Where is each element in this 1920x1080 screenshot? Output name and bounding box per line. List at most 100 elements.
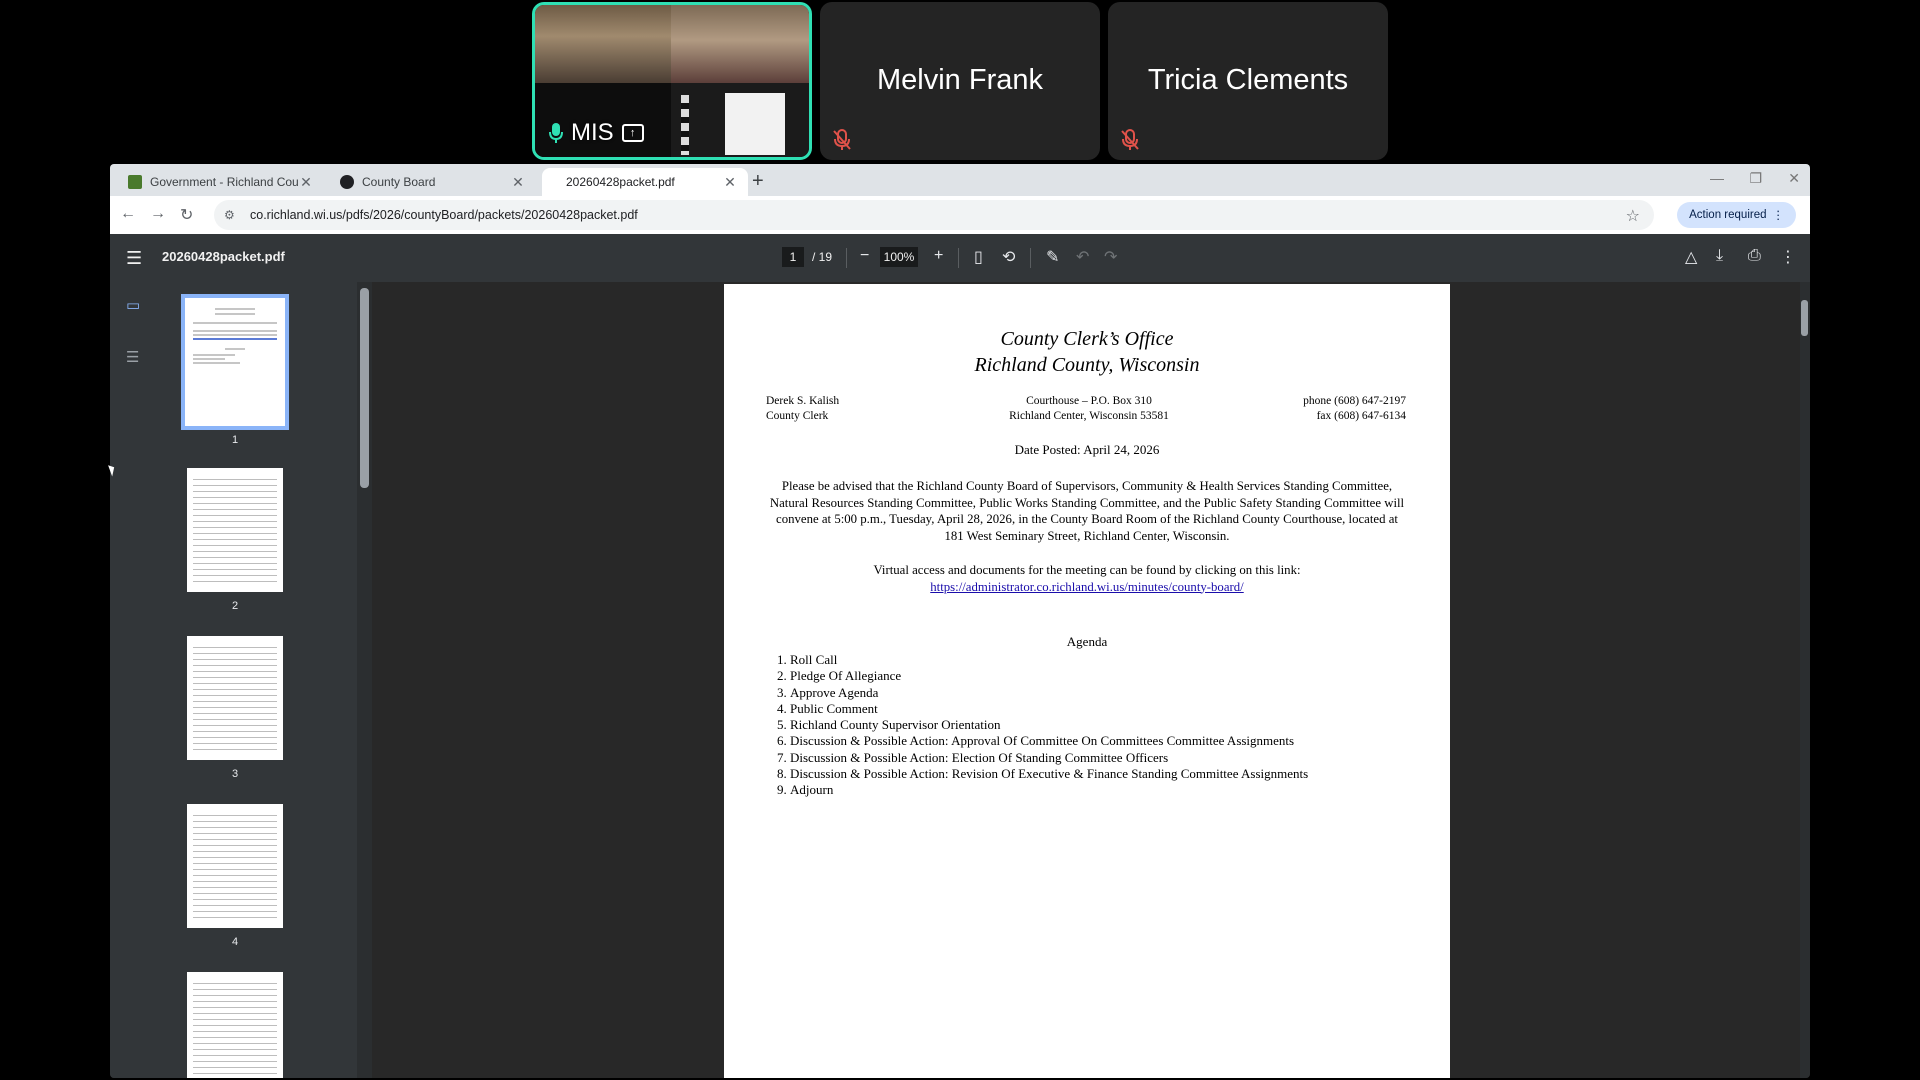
meeting-link[interactable]: https://administrator.co.richland.wi.us/… [930,580,1243,594]
restore-icon[interactable]: ❐ [1749,170,1762,187]
site-info-icon[interactable]: ⚙ [224,208,240,222]
tab-title: Government - Richland County [150,175,298,189]
divider [1030,248,1031,268]
thumbnail-number: 4 [231,936,239,948]
participant-tile-melvin[interactable]: Melvin Frank [820,2,1100,160]
kebab-menu-icon: ⋮ [1772,210,1785,222]
drive-save-icon[interactable]: △ [1685,247,1697,267]
close-icon[interactable]: ✕ [722,174,738,191]
close-icon[interactable]: ✕ [510,174,526,191]
thumbnail-image [187,636,283,760]
tab-county-board[interactable]: County Board ✕ [330,168,536,196]
page-scrollbar-track[interactable] [1800,282,1810,1078]
address-block: Courthouse – P.O. Box 310 Richland Cente… [974,394,1204,424]
list-item: Discussion & Possible Action: Election O… [790,750,1308,766]
minimize-icon[interactable]: — [1710,170,1724,186]
thumbnail-image [181,294,289,430]
page-total: / 19 [812,250,833,264]
office-heading: County Clerk’s Office [1000,328,1174,350]
outline-view-icon[interactable]: ☰ [126,348,139,366]
thumbnail-page[interactable]: 2 [180,468,290,612]
participant-name: MIS [571,119,614,146]
agenda-list: Roll Call Pledge Of Allegiance Approve A… [770,652,1308,799]
address-bar[interactable]: ⚙ co.richland.wi.us/pdfs/2026/countyBoar… [214,200,1654,230]
tab-title: County Board [362,175,436,189]
tab-government[interactable]: Government - Richland County ✕ [118,168,324,196]
thumbnail-image [187,468,283,592]
page-number-input[interactable]: 1 [782,247,804,267]
participant-name: Melvin Frank [877,64,1043,96]
participant-strip: MIS ↑ Melvin Frank Tricia Clements [0,0,1920,162]
thumbnail-page[interactable] [180,972,290,1078]
print-icon[interactable]: ⎙ [1748,247,1761,265]
thumbnail-number: 3 [231,768,239,780]
divider [958,248,959,268]
list-item: Approve Agenda [790,685,1308,701]
annotate-icon[interactable]: ✎ [1046,247,1059,267]
more-options-icon[interactable]: ⋮ [1780,247,1796,267]
list-item: Discussion & Possible Action: Approval O… [790,733,1308,749]
action-required-button[interactable]: Action required ⋮ [1677,202,1796,228]
zoom-input[interactable]: 100% [880,247,918,267]
pdf-toolbar: ☰ 20260428packet.pdf 1 / 19 − 100% + ▯ ⟲… [110,234,1810,282]
mic-muted-icon [833,129,851,150]
thumbnail-image [187,804,283,928]
date-posted: Date Posted: April 24, 2026 [1014,442,1160,457]
close-window-icon[interactable]: ✕ [1788,170,1800,187]
screen-share-icon: ↑ [621,124,644,142]
reload-button[interactable]: ↻ [180,205,193,225]
address-line: Courthouse – P.O. Box 310 [1026,395,1152,407]
browser-toolbar: ← → ↻ ⚙ co.richland.wi.us/pdfs/2026/coun… [110,196,1810,234]
mic-on-icon [549,123,563,143]
thumbnail-number: 1 [231,434,239,446]
fax-number: fax (608) 647-6134 [1316,410,1406,422]
back-button[interactable]: ← [120,205,136,223]
address-line: Richland Center, Wisconsin 53581 [1009,410,1169,422]
tab-title: 20260428packet.pdf [566,175,675,189]
download-icon[interactable]: ⤓ [1716,247,1723,265]
pdf-body: ▭ ☰ 1 2 3 4 County Clerk’s Office Richla… [110,282,1810,1078]
bookmark-star-icon[interactable]: ☆ [1626,206,1640,226]
thumbnail-page[interactable]: 4 [180,804,290,948]
divider [846,248,847,268]
virtual-access-block: Virtual access and documents for the mee… [766,562,1408,595]
thumbnails-view-icon[interactable]: ▭ [126,296,140,314]
virtual-access-text: Virtual access and documents for the mee… [873,563,1301,577]
clerk-block: Derek S. Kalish County Clerk [766,394,839,424]
pdf-page: County Clerk’s Office Richland County, W… [724,284,1450,1078]
forward-button[interactable]: → [150,205,166,223]
rotate-icon[interactable]: ⟲ [1002,247,1015,267]
list-item: Adjourn [790,782,1308,798]
fit-page-icon[interactable]: ▯ [974,247,983,267]
zoom-out-button[interactable]: − [860,247,869,265]
new-tab-button[interactable]: + [752,170,764,193]
zoom-in-button[interactable]: + [934,247,943,265]
undo-icon[interactable]: ↶ [1076,247,1089,267]
list-item: Richland County Supervisor Orientation [790,717,1308,733]
redo-icon[interactable]: ↷ [1104,247,1117,267]
action-required-label: Action required [1689,209,1767,221]
thumbnail-page[interactable]: 1 [180,294,290,446]
tab-pdf[interactable]: 20260428packet.pdf ✕ [542,168,748,196]
agenda-heading: Agenda [1066,634,1108,649]
county-heading: Richland County, Wisconsin [974,354,1200,376]
thumbnail-number: 2 [231,600,239,612]
menu-icon[interactable]: ☰ [126,248,142,269]
list-item: Pledge Of Allegiance [790,668,1308,684]
meeting-notice: Please be advised that the Richland Coun… [769,479,1405,543]
participant-tile-tricia[interactable]: Tricia Clements [1108,2,1388,160]
participant-tile-mis[interactable]: MIS ↑ [532,2,812,160]
list-item: Discussion & Possible Action: Revision O… [790,766,1308,782]
close-icon[interactable]: ✕ [298,174,314,191]
favicon-icon [128,175,142,189]
participant-label-mis: MIS ↑ [549,119,644,147]
page-scrollbar-thumb[interactable] [1801,300,1808,336]
contact-block: phone (608) 647-2197 fax (608) 647-6134 [1303,394,1406,424]
thumbnail-page[interactable]: 3 [180,636,290,780]
list-item: Public Comment [790,701,1308,717]
browser-window: Government - Richland County ✕ County Bo… [110,164,1810,1078]
sidebar-scrollbar-thumb[interactable] [360,288,369,488]
phone-number: phone (608) 647-2197 [1303,395,1406,407]
participant-name: Tricia Clements [1147,64,1349,96]
clerk-title: County Clerk [766,410,829,422]
